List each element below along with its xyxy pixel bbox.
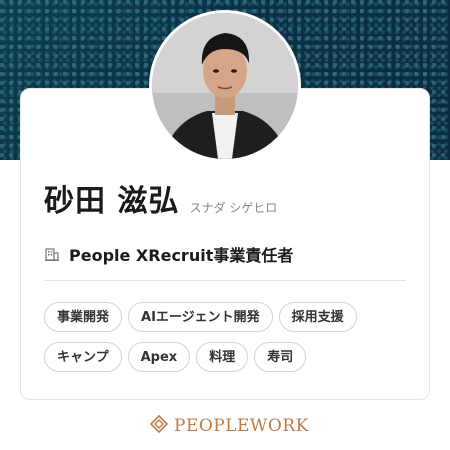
avatar: [152, 13, 298, 159]
organization-row: People XRecruit事業責任者: [44, 242, 293, 266]
footer-brand[interactable]: PEOPLEWORK: [149, 414, 309, 437]
tag-chip[interactable]: 料理: [196, 342, 249, 372]
profile-name: 砂田 滋弘: [44, 184, 180, 219]
divider: [44, 280, 406, 281]
brand-name: PEOPLEWORK: [174, 416, 309, 436]
tag-chip[interactable]: AIエージェント開発: [128, 302, 273, 332]
tag-chip[interactable]: 事業開発: [44, 302, 123, 332]
tag-chip[interactable]: 採用支援: [278, 302, 357, 332]
avatar-frame: [149, 10, 301, 162]
tag-chip[interactable]: キャンプ: [44, 342, 122, 372]
peoplework-logo-icon: [149, 414, 169, 437]
tag-list: 事業開発 AIエージェント開発 採用支援 キャンプ Apex 料理 寿司: [44, 302, 414, 372]
profile-name-kana: スナダ シゲヒロ: [189, 201, 278, 215]
tag-chip[interactable]: Apex: [127, 342, 191, 372]
organization-title: People XRecruit事業責任者: [69, 246, 294, 265]
name-row: 砂田 滋弘 スナダ シゲヒロ: [44, 176, 277, 220]
tag-chip[interactable]: 寿司: [254, 342, 307, 372]
building-icon: [44, 246, 60, 262]
